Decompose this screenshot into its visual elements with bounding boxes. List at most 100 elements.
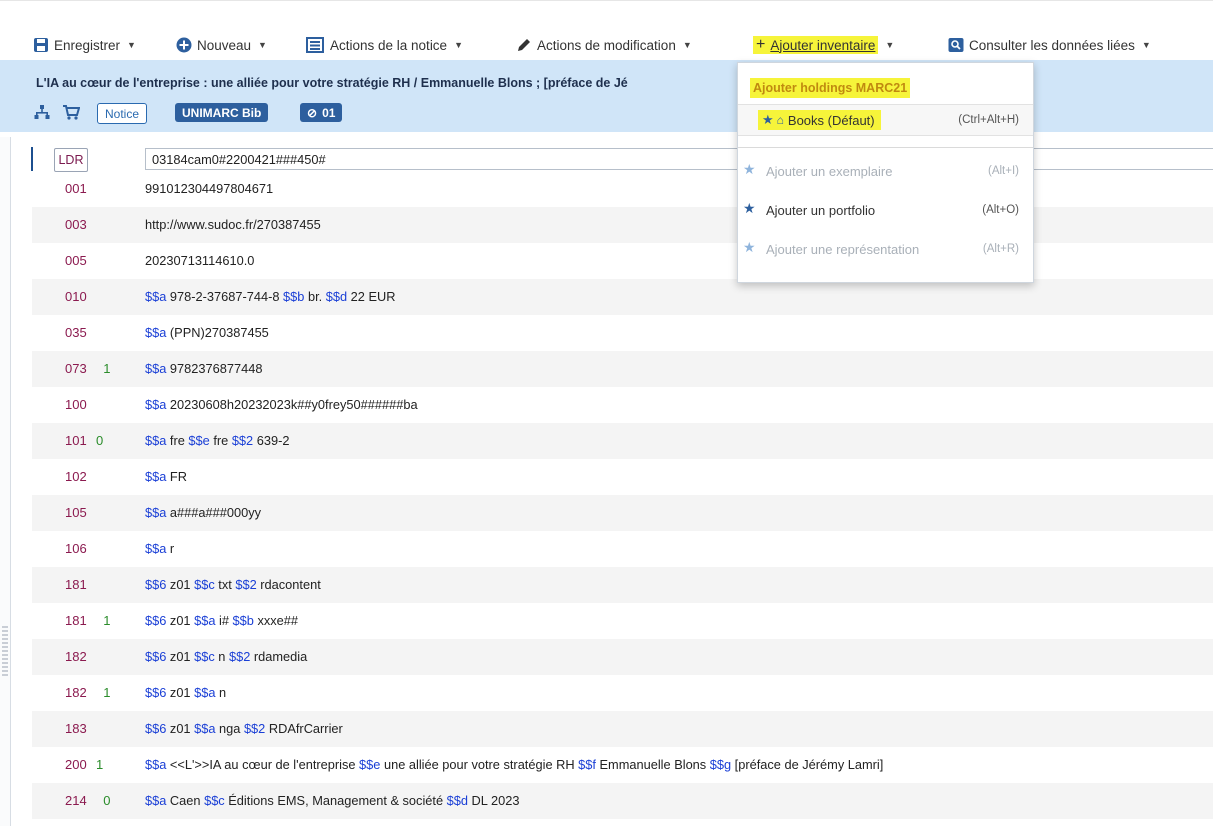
field-tag[interactable]: 101 bbox=[65, 433, 87, 448]
marc-field-row[interactable]: 106 $$a r bbox=[32, 531, 1213, 567]
field-content[interactable]: $$a <<L'>>IA au cœur de l'entreprise $$e… bbox=[145, 757, 883, 772]
marc-field-row[interactable]: 182 $$6 z01 $$c n $$2 rdamedia bbox=[32, 639, 1213, 675]
record-title: L'IA au cœur de l'entreprise : une allié… bbox=[36, 76, 628, 90]
subfield-value: a###a###000yy bbox=[166, 505, 261, 520]
field-tag[interactable]: 181 bbox=[65, 577, 87, 592]
marc-field-row[interactable]: 181 $$6 z01 $$c txt $$2 rdacontent bbox=[32, 567, 1213, 603]
field-tag[interactable]: 035 bbox=[65, 325, 87, 340]
field-indicators[interactable]: 0 bbox=[96, 433, 124, 448]
field-content[interactable]: $$6 z01 $$a n bbox=[145, 685, 226, 700]
marc-field-row[interactable]: 105 $$a a###a###000yy bbox=[32, 495, 1213, 531]
field-tag[interactable]: 010 bbox=[65, 289, 87, 304]
chevron-down-icon: ▼ bbox=[885, 40, 895, 50]
subfield-value: rdamedia bbox=[250, 649, 308, 664]
subfield-code: $$a bbox=[145, 757, 167, 772]
record-number-tag[interactable]: ⊘ 01 bbox=[300, 103, 343, 122]
field-content[interactable]: $$6 z01 $$c n $$2 rdamedia bbox=[145, 649, 307, 664]
subfield-value: 991012304497804671 bbox=[145, 181, 274, 196]
field-tag[interactable]: 001 bbox=[65, 181, 87, 196]
field-content[interactable]: $$6 z01 $$a nga $$2 RDAfrCarrier bbox=[145, 721, 343, 736]
add-representation-shortcut: (Alt+R) bbox=[982, 243, 1019, 255]
field-content[interactable]: $$a Caen $$c Éditions EMS, Management & … bbox=[145, 793, 519, 808]
marc-field-row[interactable]: 101 0 $$a fre $$e fre $$2 639-2 bbox=[32, 423, 1213, 459]
field-content[interactable]: $$a r bbox=[145, 541, 174, 556]
field-content[interactable]: $$6 z01 $$c txt $$2 rdacontent bbox=[145, 577, 321, 592]
field-tag[interactable]: 003 bbox=[65, 217, 87, 232]
subfield-code: $$6 bbox=[145, 649, 167, 664]
add-item-shortcut: (Alt+I) bbox=[988, 165, 1019, 177]
field-tag[interactable]: 102 bbox=[65, 469, 87, 484]
speedometer-icon: ⊘ bbox=[307, 105, 318, 120]
books-shortcut: (Ctrl+Alt+H) bbox=[958, 114, 1019, 126]
field-tag[interactable]: 214 bbox=[65, 793, 87, 808]
books-label: Books (Défaut) bbox=[787, 112, 875, 128]
marc-field-row[interactable]: 183 $$6 z01 $$a nga $$2 RDAfrCarrier bbox=[32, 711, 1213, 747]
field-content[interactable]: $$a 20230608h20232023k##y0frey50######ba bbox=[145, 397, 418, 412]
subfield-value: fre bbox=[209, 433, 232, 448]
field-content[interactable]: $$a FR bbox=[145, 469, 187, 484]
field-indicators[interactable]: 1 bbox=[96, 685, 124, 700]
field-content[interactable]: 20230713114610.0 bbox=[145, 253, 254, 268]
marc-field-row[interactable]: 010 $$a 978-2-37687-744-8 $$b br. $$d 22 … bbox=[32, 279, 1213, 315]
marc-field-row[interactable]: 181 1 $$6 z01 $$a i# $$b xxxe## bbox=[32, 603, 1213, 639]
new-menu[interactable]: Nouveau ▼ bbox=[176, 34, 267, 56]
field-tag[interactable]: 200 bbox=[65, 757, 87, 772]
field-tag[interactable]: 182 bbox=[65, 685, 87, 700]
field-tag[interactable]: 183 bbox=[65, 721, 87, 736]
marc-field-row[interactable]: 035 $$a (PPN)270387455 bbox=[32, 315, 1213, 351]
subfield-code: $$a bbox=[145, 325, 167, 340]
save-menu[interactable]: Enregistrer ▼ bbox=[33, 34, 136, 56]
subfield-value: z01 bbox=[166, 613, 195, 628]
marc-field-row[interactable]: 102 $$a FR bbox=[32, 459, 1213, 495]
edit-actions-menu[interactable]: Actions de modification ▼ bbox=[516, 34, 692, 56]
marc-field-row[interactable]: 001 991012304497804671 bbox=[32, 171, 1213, 207]
add-representation-option[interactable]: ★ Ajouter une représentation (Alt+R) bbox=[738, 234, 1033, 264]
add-item-option[interactable]: ★ Ajouter un exemplaire (Alt+I) bbox=[738, 156, 1033, 186]
add-portfolio-option[interactable]: ★ Ajouter un portfolio (Alt+O) bbox=[738, 195, 1033, 225]
linked-data-menu[interactable]: Consulter les données liées ▼ bbox=[948, 34, 1151, 56]
field-tag[interactable]: 181 bbox=[65, 613, 87, 628]
notice-tag[interactable]: Notice bbox=[97, 103, 148, 124]
subfield-value: z01 bbox=[166, 649, 195, 664]
record-actions-menu[interactable]: Actions de la notice ▼ bbox=[306, 34, 463, 56]
marc-field-row[interactable]: 200 1 $$a <<L'>>IA au cœur de l'entreprise… bbox=[32, 747, 1213, 783]
add-inventory-menu[interactable]: + Ajouter inventaire ▼ bbox=[753, 34, 894, 56]
field-tag[interactable]: 106 bbox=[65, 541, 87, 556]
field-indicators[interactable]: 1 bbox=[96, 757, 124, 772]
books-holdings-item[interactable]: ★ ⌂ Books (Défaut) (Ctrl+Alt+H) bbox=[738, 104, 1033, 136]
subfield-value: rdacontent bbox=[256, 577, 321, 592]
dropdown-divider bbox=[738, 147, 1033, 148]
field-tag[interactable]: 105 bbox=[65, 505, 87, 520]
marc-field-row[interactable]: 003 http://www.sudoc.fr/270387455 bbox=[32, 207, 1213, 243]
marc-field-row[interactable]: 005 20230713114610.0 bbox=[32, 243, 1213, 279]
subfield-code: $$e bbox=[359, 757, 381, 772]
field-content[interactable]: $$6 z01 $$a i# $$b xxxe## bbox=[145, 613, 298, 628]
field-content[interactable]: $$a fre $$e fre $$2 639-2 bbox=[145, 433, 289, 448]
field-content[interactable]: $$a (PPN)270387455 bbox=[145, 325, 269, 340]
field-tag[interactable]: 182 bbox=[65, 649, 87, 664]
field-content[interactable]: http://www.sudoc.fr/270387455 bbox=[145, 217, 321, 232]
field-content[interactable]: 991012304497804671 bbox=[145, 181, 273, 196]
marc-field-row[interactable]: 214 0 $$a Caen $$c Éditions EMS, Manageme… bbox=[32, 783, 1213, 819]
chevron-down-icon: ▼ bbox=[454, 40, 463, 50]
field-indicators[interactable]: 1 bbox=[96, 361, 124, 376]
marc-field-row[interactable]: 182 1 $$6 z01 $$a n bbox=[32, 675, 1213, 711]
field-content[interactable]: $$a 9782376877448 bbox=[145, 361, 262, 376]
cart-icon[interactable] bbox=[62, 104, 80, 120]
hierarchy-icon[interactable] bbox=[34, 104, 50, 120]
field-tag[interactable]: 100 bbox=[65, 397, 87, 412]
ldr-input[interactable]: 03184cam0#2200421###450# bbox=[145, 148, 1213, 170]
field-tag[interactable]: 005 bbox=[65, 253, 87, 268]
add-inventory-label: Ajouter inventaire bbox=[770, 37, 876, 53]
field-content[interactable]: $$a 978-2-37687-744-8 $$b br. $$d 22 EUR bbox=[145, 289, 395, 304]
field-indicators[interactable]: 0 bbox=[96, 793, 124, 808]
subfield-code: $$c bbox=[194, 649, 215, 664]
chevron-down-icon: ▼ bbox=[258, 40, 267, 50]
field-indicators[interactable]: 1 bbox=[96, 613, 124, 628]
ldr-label: LDR bbox=[54, 148, 88, 172]
field-content[interactable]: $$a a###a###000yy bbox=[145, 505, 261, 520]
field-tag[interactable]: 073 bbox=[65, 361, 87, 376]
marc-field-row[interactable]: 100 $$a 20230608h20232023k##y0frey50#####… bbox=[32, 387, 1213, 423]
dropdown-header: Ajouter holdings MARC21 bbox=[750, 78, 911, 98]
marc-field-row[interactable]: 073 1 $$a 9782376877448 bbox=[32, 351, 1213, 387]
